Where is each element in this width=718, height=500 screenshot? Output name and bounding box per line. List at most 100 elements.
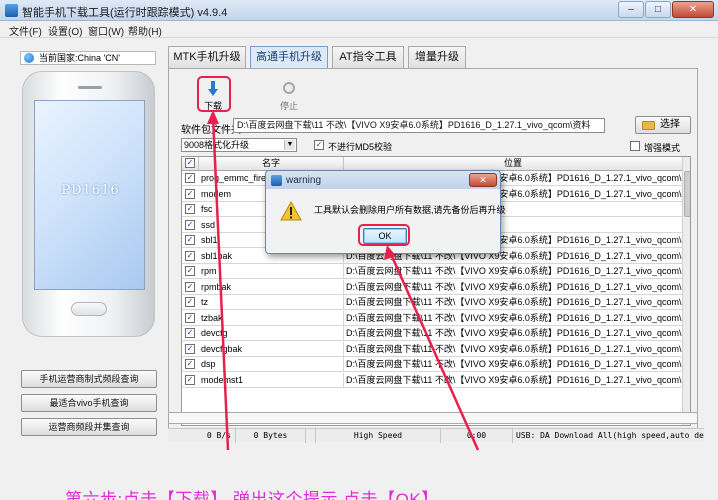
select-all-checkbox[interactable]: ✓ (185, 158, 195, 168)
package-folder-label: 软件包文件夹 (181, 125, 241, 136)
row-checkbox[interactable]: ✓ (185, 188, 195, 199)
window-titlebar: 智能手机下载工具(运行时跟踪模式) v4.9.4 – □ ✕ (0, 0, 718, 21)
menu-help[interactable]: 帮助(H) (128, 23, 162, 38)
row-name: rpmbak (199, 279, 344, 295)
choose-label: 选择 (660, 119, 680, 130)
table-row[interactable]: ✓ tzbak D:\百度云网盘下载\11 不改\【VIVO X9安卓6.0系统】P… (182, 310, 682, 326)
dialog-app-icon (271, 175, 282, 186)
row-checkbox[interactable]: ✓ (185, 328, 195, 338)
download-highlight-box (197, 76, 231, 112)
row-location: D:\百度云网盘下载\11 不改\【VIVO X9安卓6.0系统】PD1616_… (346, 266, 682, 276)
format-mode-select[interactable]: 9008格式化升级 ▼ (181, 138, 297, 152)
menu-window[interactable]: 窗口(W) (88, 23, 124, 38)
table-row[interactable]: ✓ devcfg D:\百度云网盘下载\11 不改\【VIVO X9安卓6.0系统】… (182, 326, 682, 341)
progress-bar (168, 412, 698, 424)
row-checkbox[interactable]: ✓ (185, 374, 195, 385)
row-checkbox[interactable]: ✓ (185, 204, 195, 214)
close-button[interactable]: ✕ (672, 1, 714, 18)
row-checkbox[interactable]: ✓ (185, 235, 195, 245)
status-usb-mode: USB: DA Download All(high speed,auto det… (516, 431, 704, 440)
status-bar: 0 B/s 0 Bytes High Speed 0:00 USB: DA Do… (168, 428, 704, 443)
row-name: tz (199, 295, 344, 310)
window-controls: – □ ✕ (618, 1, 714, 18)
globe-icon (24, 53, 34, 63)
phone-screen: PD1616 (34, 100, 145, 290)
maximize-button[interactable]: □ (645, 1, 671, 18)
carrier-band-query-button[interactable]: 手机运营商制式频段查询 (21, 370, 157, 388)
header-check: ✓ (182, 157, 199, 171)
app-icon (5, 4, 18, 17)
tab-at-commands[interactable]: AT指令工具 (332, 46, 404, 68)
current-country: 当前国家:China 'CN' (20, 51, 156, 65)
best-vivo-phone-query-button[interactable]: 最适合vivo手机查询 (21, 394, 157, 412)
folder-icon (642, 121, 655, 130)
row-location: D:\百度云网盘下载\11 不改\【VIVO X9安卓6.0系统】PD1616_… (346, 328, 682, 338)
status-bytes: 0 Bytes (236, 429, 306, 443)
row-checkbox[interactable]: ✓ (185, 266, 195, 276)
table-row[interactable]: ✓ rpmbak D:\百度云网盘下载\11 不改\【VIVO X9安卓6.0系统】… (182, 279, 682, 295)
row-checkbox[interactable]: ✓ (185, 173, 195, 183)
row-name: modemst1 (199, 372, 344, 388)
status-time: 0:00 (441, 429, 513, 443)
row-name: dsp (199, 357, 344, 372)
menu-file[interactable]: 文件(F) (9, 23, 42, 38)
stop-button[interactable]: 停止 (271, 79, 307, 111)
no-md5-label: 不进行MD5校验 (328, 142, 393, 152)
tab-incremental-upgrade[interactable]: 增量升级 (408, 46, 466, 68)
header-location[interactable]: 位置 (344, 157, 682, 171)
table-row[interactable]: ✓ tz D:\百度云网盘下载\11 不改\【VIVO X9安卓6.0系统】PD16… (182, 295, 682, 310)
row-checkbox[interactable]: ✓ (185, 359, 195, 369)
format-mode-value: 9008格式化升级 (184, 140, 250, 150)
dialog-title: warning (286, 175, 322, 186)
enhanced-mode-label: 增强模式 (644, 143, 681, 153)
qualcomm-upgrade-panel: 下载 停止 软件包文件夹 D:\百度云网盘下载\11 不改\【VIVO X9安卓… (168, 68, 698, 440)
carrier-band-union-query-button[interactable]: 运营商频段并集查询 (21, 418, 157, 436)
stop-label: 停止 (279, 101, 298, 111)
table-scrollbar[interactable] (682, 157, 690, 425)
row-location: D:\百度云网盘下载\11 不改\【VIVO X9安卓6.0系统】PD1616_… (346, 374, 682, 385)
table-row[interactable]: ✓ dsp D:\百度云网盘下载\11 不改\【VIVO X9安卓6.0系统】PD1… (182, 357, 682, 372)
row-location: D:\百度云网盘下载\11 不改\【VIVO X9安卓6.0系统】PD1616_… (346, 297, 682, 307)
dialog-message: 工具默认会删除用户所有数据,请先备份后再升级 (314, 205, 506, 215)
dialog-close-button[interactable]: ✕ (469, 173, 497, 187)
step-caption: 第六步:点击【下载】,弹出这个提示,点击【OK】 (65, 490, 439, 500)
enhanced-mode-checkbox[interactable] (630, 141, 640, 151)
tab-mtk-upgrade[interactable]: MTK手机升级 (168, 46, 246, 68)
header-name[interactable]: 名字 (199, 157, 344, 171)
scrollbar-thumb[interactable] (684, 171, 690, 217)
row-checkbox[interactable]: ✓ (185, 343, 195, 354)
row-checkbox[interactable]: ✓ (185, 281, 195, 292)
tab-qualcomm-upgrade[interactable]: 高通手机升级 (250, 46, 328, 68)
no-md5-checkbox[interactable]: ✓ (314, 140, 324, 150)
row-name: rpm (199, 264, 344, 279)
status-spacer (306, 429, 316, 443)
status-speed: 0 B/s (168, 429, 236, 443)
row-name: tzbak (199, 310, 344, 326)
row-name: devcfgbak (199, 341, 344, 357)
menu-settings[interactable]: 设置(O) (48, 23, 82, 38)
country-text: 当前国家:China 'CN' (39, 53, 120, 63)
table-row[interactable]: ✓ devcfgbak D:\百度云网盘下载\11 不改\【VIVO X9安卓6.0… (182, 341, 682, 357)
ok-highlight-box (358, 224, 410, 246)
row-checkbox[interactable]: ✓ (185, 250, 195, 261)
row-checkbox[interactable]: ✓ (185, 312, 195, 323)
stop-icon (283, 82, 295, 94)
row-checkbox[interactable]: ✓ (185, 219, 195, 230)
choose-folder-button[interactable]: 选择 (635, 116, 691, 134)
menu-bar: 文件(F) 设置(O) 窗口(W) 帮助(H) (0, 21, 718, 38)
table-row[interactable]: ✓ modemst1 D:\百度云网盘下载\11 不改\【VIVO X9安卓6.0系… (182, 372, 682, 388)
row-name: devcfg (199, 326, 344, 341)
table-row[interactable]: ✓ rpm D:\百度云网盘下载\11 不改\【VIVO X9安卓6.0系统】PD1… (182, 264, 682, 279)
package-path-input[interactable]: D:\百度云网盘下载\11 不改\【VIVO X9安卓6.0系统】PD1616_… (233, 118, 605, 133)
row-location: D:\百度云网盘下载\11 不改\【VIVO X9安卓6.0系统】PD1616_… (346, 359, 682, 369)
app-body: 当前国家:China 'CN' PD1616 手机运营商制式频段查询 最适合vi… (0, 38, 718, 500)
row-checkbox[interactable]: ✓ (185, 297, 195, 307)
minimize-button[interactable]: – (618, 1, 644, 18)
warning-triangle-icon (280, 201, 302, 221)
phone-home-button (71, 302, 107, 316)
table-header: ✓ 名字 位置 (182, 157, 682, 171)
chevron-down-icon: ▼ (284, 140, 295, 150)
phone-earpiece (78, 86, 102, 89)
row-location: D:\百度云网盘下载\11 不改\【VIVO X9安卓6.0系统】PD1616_… (346, 281, 682, 292)
phone-model-label: PD1616 (61, 183, 120, 198)
